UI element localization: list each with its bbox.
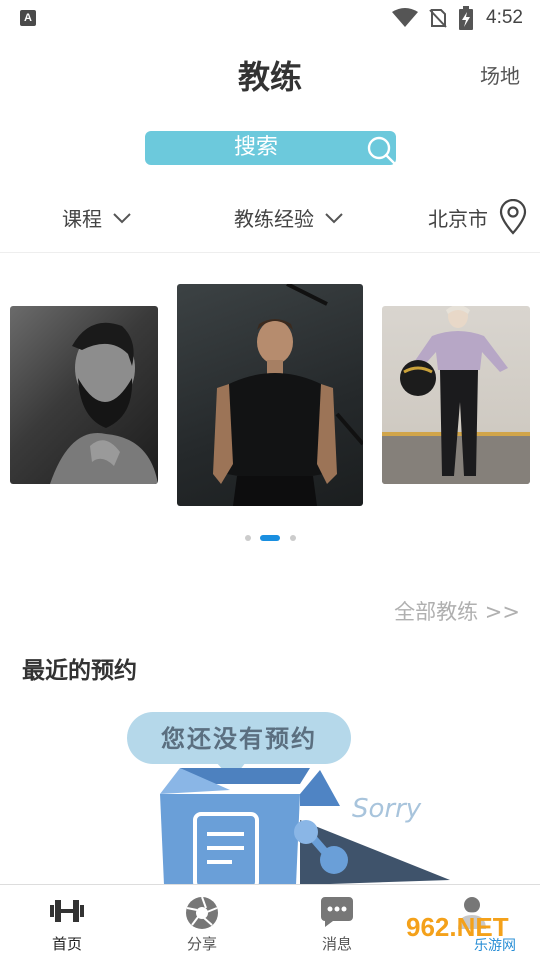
coach-card-right[interactable] bbox=[382, 306, 530, 484]
chat-bubble-icon bbox=[321, 897, 353, 927]
search-bar[interactable]: 搜索 bbox=[145, 131, 396, 165]
status-bar: A 4:52 bbox=[0, 0, 540, 36]
page-title: 教练 bbox=[237, 58, 302, 96]
tab-home-label: 首页 bbox=[51, 935, 82, 953]
carousel-dot[interactable] bbox=[290, 535, 296, 541]
location-pin-icon[interactable] bbox=[498, 199, 528, 235]
coach-card-left[interactable] bbox=[10, 306, 158, 484]
city-label: 北京市 bbox=[428, 207, 488, 231]
carousel-indicator bbox=[0, 535, 540, 541]
filter-divider bbox=[0, 252, 540, 253]
watermark-subtext: 乐游网 bbox=[474, 938, 516, 954]
search-placeholder: 搜索 bbox=[233, 135, 278, 160]
recent-bookings-title: 最近的预约 bbox=[22, 658, 137, 684]
tab-messages[interactable]: 消息 bbox=[287, 885, 387, 960]
tab-share-label: 分享 bbox=[186, 935, 217, 953]
venue-tab-link[interactable]: 场地 bbox=[480, 60, 520, 89]
battery-charging-icon bbox=[459, 6, 473, 30]
sorry-label: Sorry bbox=[352, 794, 422, 824]
no-sim-icon bbox=[429, 9, 447, 28]
notification-a-icon: A bbox=[20, 10, 36, 26]
tab-share[interactable]: 分享 bbox=[152, 885, 252, 960]
tab-messages-label: 消息 bbox=[321, 935, 352, 953]
city-selector[interactable]: 北京市 bbox=[428, 203, 488, 232]
experience-filter-dropdown[interactable]: 教练经验 bbox=[234, 203, 344, 232]
experience-filter-label: 教练经验 bbox=[234, 207, 314, 231]
carousel-dot-active[interactable] bbox=[260, 535, 280, 541]
coach-photo bbox=[213, 284, 363, 506]
chevron-down-icon bbox=[325, 212, 343, 223]
watermark-logo: 962.NET 乐游网 bbox=[400, 912, 534, 954]
wifi-icon bbox=[392, 8, 418, 27]
all-coaches-link[interactable]: 全部教练 >> bbox=[394, 596, 520, 626]
dumbbell-icon bbox=[50, 900, 84, 922]
carousel-dot[interactable] bbox=[245, 535, 251, 541]
course-filter-label: 课程 bbox=[62, 207, 102, 231]
coach-card-center[interactable] bbox=[177, 284, 363, 506]
coach-photo bbox=[50, 322, 158, 484]
chevron-down-icon bbox=[113, 212, 131, 223]
coach-photo bbox=[382, 306, 530, 484]
tab-home[interactable]: 首页 bbox=[17, 885, 117, 960]
course-filter-dropdown[interactable]: 课程 bbox=[62, 203, 132, 232]
clock: 4:52 bbox=[486, 7, 523, 28]
aperture-icon bbox=[186, 896, 218, 929]
search-icon[interactable] bbox=[366, 135, 396, 165]
empty-state-message: 您还没有预约 bbox=[161, 725, 317, 753]
